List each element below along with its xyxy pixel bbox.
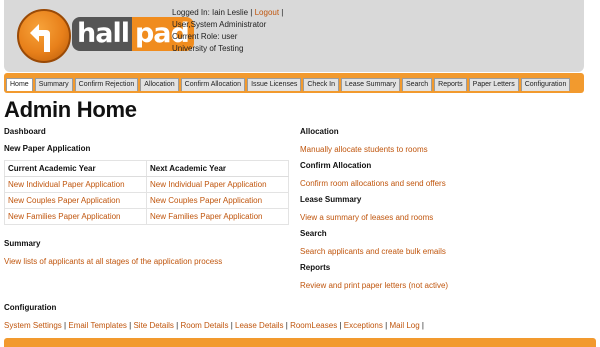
nav-tabbar: Home Summary Confirm Rejection Allocatio… <box>4 73 584 93</box>
summary-link[interactable]: View lists of applicants at all stages o… <box>4 257 222 266</box>
header: hall pad Logged In: Iain Leslie | Logout… <box>4 0 584 72</box>
column-header-current-year: Current Academic Year <box>4 160 147 177</box>
user-info: Logged In: Iain Leslie | Logout | User,S… <box>172 7 283 55</box>
dashboard-heading: Dashboard <box>4 127 46 136</box>
tab-lease-summary[interactable]: Lease Summary <box>341 78 400 91</box>
site-details-link[interactable]: Site Details <box>133 321 173 330</box>
tab-summary[interactable]: Summary <box>34 78 73 91</box>
reports-link[interactable]: Review and print paper letters (not acti… <box>300 281 448 290</box>
allocation-heading: Allocation <box>300 127 339 136</box>
separator: | <box>421 321 424 330</box>
separator: | <box>64 321 67 330</box>
tab-configuration[interactable]: Configuration <box>520 78 571 91</box>
tab-search[interactable]: Search <box>401 78 433 91</box>
login-line: Logged In: Iain Leslie | Logout | <box>172 7 283 19</box>
turn-left-arrow-icon <box>30 24 50 52</box>
tab-issue-licenses[interactable]: Issue Licenses <box>247 78 302 91</box>
separator: | <box>230 321 233 330</box>
next-couples-application-link[interactable]: New Couples Paper Application <box>146 192 289 209</box>
tab-confirm-rejection[interactable]: Confirm Rejection <box>74 78 139 91</box>
configuration-links: System Settings | Email Templates | Site… <box>4 321 424 330</box>
search-link[interactable]: Search applicants and create bulk emails <box>300 247 446 256</box>
organization: University of Testing <box>172 44 244 53</box>
paper-application-table: Current Academic Year Next Academic Year… <box>4 160 289 225</box>
lease-summary-heading: Lease Summary <box>300 195 362 204</box>
separator: | <box>385 321 388 330</box>
allocation-link[interactable]: Manually allocate students to rooms <box>300 145 428 154</box>
new-paper-application-heading: New Paper Application <box>4 144 91 153</box>
room-details-link[interactable]: Room Details <box>180 321 228 330</box>
email-templates-link[interactable]: Email Templates <box>68 321 127 330</box>
mail-log-link[interactable]: Mail Log <box>389 321 419 330</box>
lease-summary-link[interactable]: View a summary of leases and rooms <box>300 213 433 222</box>
tab-confirm-allocation[interactable]: Confirm Allocation <box>180 78 246 91</box>
tab-reports[interactable]: Reports <box>434 78 467 91</box>
confirm-allocation-heading: Confirm Allocation <box>300 161 372 170</box>
configuration-heading: Configuration <box>4 303 57 312</box>
separator: | <box>129 321 132 330</box>
system-settings-link[interactable]: System Settings <box>4 321 62 330</box>
user-name: User,System Administrator <box>172 20 267 29</box>
table-row: New Families Paper Application New Famil… <box>4 208 289 225</box>
reports-heading: Reports <box>300 263 331 272</box>
logo-icon[interactable] <box>17 9 71 63</box>
separator: | <box>176 321 179 330</box>
next-individual-application-link[interactable]: New Individual Paper Application <box>146 176 289 193</box>
tab-home[interactable]: Home <box>6 78 33 91</box>
tab-paper-letters[interactable]: Paper Letters <box>468 78 519 91</box>
current-role: Current Role: user <box>172 32 238 41</box>
separator: | <box>339 321 342 330</box>
column-header-next-year: Next Academic Year <box>146 160 289 177</box>
current-families-application-link[interactable]: New Families Paper Application <box>4 208 147 225</box>
current-couples-application-link[interactable]: New Couples Paper Application <box>4 192 147 209</box>
tab-check-in[interactable]: Check In <box>303 78 339 91</box>
table-row: New Couples Paper Application New Couple… <box>4 192 289 209</box>
room-leases-link[interactable]: RoomLeases <box>290 321 337 330</box>
logged-in-text: Logged In: Iain Leslie | <box>172 8 253 17</box>
page-title: Admin Home <box>4 97 137 122</box>
confirm-allocation-link[interactable]: Confirm room allocations and send offers <box>300 179 446 188</box>
search-heading: Search <box>300 229 327 238</box>
footer-bar <box>4 338 596 347</box>
logout-link[interactable]: Logout <box>255 8 279 17</box>
exceptions-link[interactable]: Exceptions <box>344 321 383 330</box>
lease-details-link[interactable]: Lease Details <box>235 321 283 330</box>
summary-heading: Summary <box>4 239 41 248</box>
current-individual-application-link[interactable]: New Individual Paper Application <box>4 176 147 193</box>
nav-tabs: Home Summary Confirm Rejection Allocatio… <box>6 78 571 91</box>
next-families-application-link[interactable]: New Families Paper Application <box>146 208 289 225</box>
table-header-row: Current Academic Year Next Academic Year <box>4 160 289 177</box>
logout-suffix: | <box>281 8 284 17</box>
tab-allocation[interactable]: Allocation <box>140 78 179 91</box>
separator: | <box>285 321 288 330</box>
table-row: New Individual Paper Application New Ind… <box>4 176 289 193</box>
logo-text-hall: hall <box>72 17 132 51</box>
